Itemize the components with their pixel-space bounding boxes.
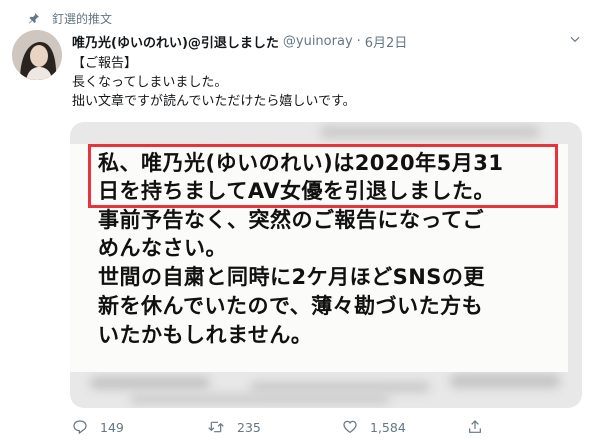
share-button[interactable] <box>467 419 495 435</box>
chevron-down-icon[interactable] <box>568 32 582 46</box>
avatar[interactable] <box>12 30 62 80</box>
like-button[interactable]: 1,584 <box>342 419 477 435</box>
blurred-text <box>130 394 390 404</box>
retweet-count: 235 <box>237 419 261 435</box>
retweet-icon <box>208 421 224 433</box>
letter-line: いたかもしれません。 <box>98 323 313 347</box>
tweet-header: 唯乃光(ゆいのれい)@引退しました @yuinoray · 6月2日 <box>72 32 582 51</box>
letter-line: 新を休んでいたので、薄々勘づいた方も <box>98 294 484 318</box>
tweet-text-line: 長くなってしまいました。 <box>72 75 228 90</box>
tweet-text: 【ご報告】 長くなってしまいました。 拙い文章ですが読んでいただけたら嬉しいです… <box>72 54 582 111</box>
letter-line: 事前予告なく、突然のご報告になってご <box>98 208 484 232</box>
reply-icon <box>73 420 87 435</box>
tweet-text-line: 拙い文章ですが読んでいただけたら嬉しいです。 <box>72 94 356 109</box>
share-icon <box>469 420 481 433</box>
letter-line: 世間の自粛と同時に2ケ月ほどSNSの更 <box>98 265 485 289</box>
blurred-text <box>450 374 560 388</box>
letter-line: めんなさい。 <box>98 236 227 260</box>
blurred-text <box>320 126 540 138</box>
letter-line: 日を持ちましてAV女優を引退しました。 <box>98 179 495 203</box>
like-count: 1,584 <box>370 419 406 435</box>
tweet-actions: 149 235 1,584 <box>72 416 572 438</box>
tweet-media-image[interactable]: 私、唯乃光(ゆいのれい)は2020年5月31 日を持ちましてAV女優を引退しまし… <box>70 122 582 408</box>
header-separator: · <box>356 33 361 49</box>
heart-icon <box>343 420 357 434</box>
blurred-text <box>250 382 430 392</box>
pinned-label: 釘選的推文 <box>52 11 113 26</box>
tweet-date[interactable]: 6月2日 <box>365 32 408 51</box>
tweet-text-line: 【ご報告】 <box>72 56 138 71</box>
retweet-button[interactable]: 235 <box>207 419 342 435</box>
letter-line: 私、唯乃光(ゆいのれい)は2020年5月31 <box>98 151 504 175</box>
avatar-photo <box>12 30 62 80</box>
pinned-tweet-indicator: 釘選的推文 <box>28 8 112 28</box>
pin-icon <box>29 13 39 24</box>
tweet: 唯乃光(ゆいのれい)@引退しました @yuinoray · 6月2日 【ご報告】… <box>72 32 582 111</box>
blurred-text <box>90 377 210 389</box>
reply-button[interactable]: 149 <box>72 419 207 435</box>
author-handle[interactable]: @yuinoray <box>283 34 353 49</box>
author-display-name[interactable]: 唯乃光(ゆいのれい)@引退しました <box>72 32 279 51</box>
reply-count: 149 <box>100 419 124 435</box>
letter-paper: 私、唯乃光(ゆいのれい)は2020年5月31 日を持ちましてAV女優を引退しまし… <box>70 144 568 372</box>
